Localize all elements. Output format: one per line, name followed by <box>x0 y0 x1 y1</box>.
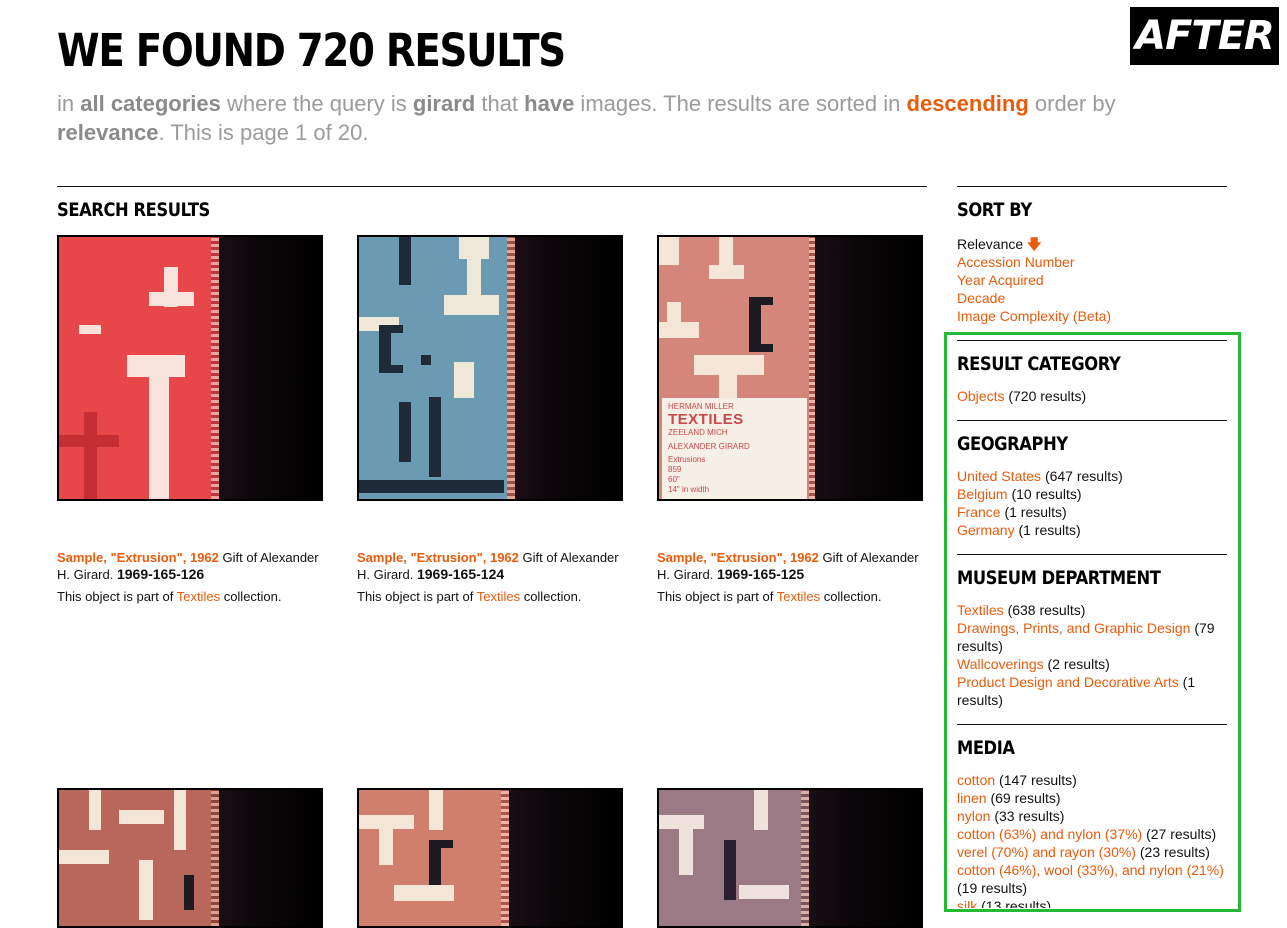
sort-option-complexity[interactable]: Image Complexity (Beta) <box>957 308 1111 324</box>
category-divider <box>957 340 1227 341</box>
textile-label-card: HERMAN MILLER TEXTILES ZEELAND MICH ALEX… <box>662 398 807 499</box>
museum-department-heading: MUSEUM DEPARTMENT <box>957 567 1161 589</box>
result-caption-1: Sample, "Extrusion", 1962 Gift of Alexan… <box>57 550 319 604</box>
facet-nylon[interactable]: nylon <box>957 808 990 824</box>
sort-options: Relevance 🡇 Accession Number Year Acquir… <box>957 235 1227 325</box>
facet-wallcoverings[interactable]: Wallcoverings <box>957 656 1044 672</box>
department-facet-list: Textiles (638 results) Drawings, Prints,… <box>957 602 1215 708</box>
result-caption-2: Sample, "Extrusion", 1962 Gift of Alexan… <box>357 550 619 604</box>
geography-heading: GEOGRAPHY <box>957 433 1068 455</box>
collection-link[interactable]: Textiles <box>777 589 820 604</box>
sort-option-decade[interactable]: Decade <box>957 290 1005 306</box>
result-category-heading: RESULT CATEGORY <box>957 353 1121 375</box>
facet-product-design[interactable]: Product Design and Decorative Arts <box>957 674 1179 690</box>
facet-textiles[interactable]: Textiles <box>957 602 1004 618</box>
summary-categories: all categories <box>80 91 221 116</box>
geography-divider <box>957 420 1227 421</box>
result-thumbnail-3[interactable]: HERMAN MILLER TEXTILES ZEELAND MICH ALEX… <box>657 235 923 501</box>
category-facet-list: Objects (720 results) <box>957 388 1087 404</box>
department-divider <box>957 554 1227 555</box>
accession-number: 1969-165-124 <box>416 566 505 582</box>
result-thumbnail-4[interactable] <box>57 788 323 928</box>
summary-sort: relevance <box>57 120 159 145</box>
facet-germany[interactable]: Germany <box>957 522 1015 538</box>
geography-facet-list: United States (647 results) Belgium (10 … <box>957 468 1123 538</box>
result-title-link[interactable]: Sample, "Extrusion", 1962 <box>57 550 219 565</box>
facet-linen[interactable]: linen <box>957 790 987 806</box>
media-facet-list: cotton (147 results) linen (69 results) … <box>957 771 1227 908</box>
result-title-link[interactable]: Sample, "Extrusion", 1962 <box>357 550 519 565</box>
result-thumbnail-6[interactable] <box>657 788 923 928</box>
accession-number: 1969-165-125 <box>716 566 805 582</box>
media-divider <box>957 724 1227 725</box>
arrow-down-icon[interactable]: 🡇 <box>1027 236 1041 252</box>
facet-objects[interactable]: Objects <box>957 388 1004 404</box>
search-summary: in all categories where the query is gir… <box>57 91 1116 145</box>
sort-order-link[interactable]: descending <box>907 91 1029 116</box>
sort-option-year[interactable]: Year Acquired <box>957 272 1044 288</box>
result-thumbnail-5[interactable] <box>357 788 623 928</box>
facet-belgium[interactable]: Belgium <box>957 486 1008 502</box>
facet-verel-rayon[interactable]: verel (70%) and rayon (30%) <box>957 844 1136 860</box>
summary-query: girard <box>412 91 476 116</box>
facet-silk[interactable]: silk <box>957 898 977 908</box>
facet-cotton-wool-nylon[interactable]: cotton (46%), wool (33%), and nylon (21%… <box>957 862 1224 878</box>
facet-united-states[interactable]: United States <box>957 468 1041 484</box>
sort-option-current: Relevance 🡇 <box>957 236 1042 252</box>
media-heading: MEDIA <box>957 737 1015 759</box>
result-title-link[interactable]: Sample, "Extrusion", 1962 <box>657 550 819 565</box>
collection-link[interactable]: Textiles <box>477 589 520 604</box>
page-title: WE FOUND 720 RESULTS <box>57 24 566 77</box>
facet-drawings-prints[interactable]: Drawings, Prints, and Graphic Design <box>957 620 1190 636</box>
result-thumbnail-2[interactable] <box>357 235 623 501</box>
sort-divider <box>957 186 1227 187</box>
accession-number: 1969-165-126 <box>116 566 205 582</box>
summary-have: have <box>524 91 575 116</box>
facet-cotton[interactable]: cotton <box>957 772 995 788</box>
facet-cotton-nylon[interactable]: cotton (63%) and nylon (37%) <box>957 826 1142 842</box>
result-thumbnail-1[interactable] <box>57 235 323 501</box>
collection-link[interactable]: Textiles <box>177 589 220 604</box>
search-results-heading: SEARCH RESULTS <box>57 199 210 221</box>
results-divider <box>57 186 927 187</box>
after-badge: AFTER <box>1130 7 1279 65</box>
result-caption-3: Sample, "Extrusion", 1962 Gift of Alexan… <box>657 550 919 604</box>
sort-option-accession[interactable]: Accession Number <box>957 254 1075 270</box>
facet-france[interactable]: France <box>957 504 1001 520</box>
sort-by-heading: SORT BY <box>957 199 1032 221</box>
